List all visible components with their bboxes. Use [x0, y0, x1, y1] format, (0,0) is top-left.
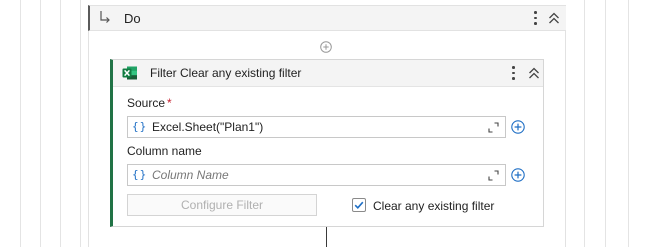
flow-connector-line — [326, 227, 327, 247]
expression-braces-icon: {} — [132, 168, 148, 181]
nesting-guide-line — [80, 0, 81, 247]
excel-icon — [122, 66, 137, 80]
column-name-label: Column name — [127, 144, 202, 158]
source-input[interactable]: {} Excel.Sheet("Plan1") — [127, 116, 506, 138]
nesting-guide-line — [20, 0, 21, 247]
activity-more-options-icon[interactable] — [508, 65, 518, 81]
nesting-guide-line — [628, 0, 629, 247]
source-label: Source * — [127, 96, 172, 110]
workflow-designer-canvas: Do Filter Clear any existing filter Sour… — [0, 0, 656, 247]
column-name-plus-icon[interactable] — [511, 168, 525, 182]
add-activity-icon[interactable] — [320, 41, 332, 53]
expand-editor-icon[interactable] — [488, 122, 499, 133]
configure-filter-button[interactable]: Configure Filter — [127, 194, 317, 216]
expression-braces-icon: {} — [132, 120, 148, 133]
checkmark-icon — [354, 201, 364, 209]
clear-filter-label[interactable]: Clear any existing filter — [373, 199, 494, 213]
column-name-input[interactable]: {} Column Name — [127, 164, 506, 186]
required-marker: * — [167, 96, 172, 110]
source-value: Excel.Sheet("Plan1") — [152, 120, 264, 134]
source-plus-icon[interactable] — [511, 120, 525, 134]
nesting-guide-line — [605, 0, 606, 247]
return-arrow-icon — [100, 11, 110, 23]
do-block-header[interactable]: Do — [88, 5, 566, 31]
filter-activity-header[interactable]: Filter Clear any existing filter — [113, 60, 543, 87]
activity-title: Filter Clear any existing filter — [150, 66, 302, 80]
do-block-title: Do — [124, 11, 141, 26]
nesting-guide-line — [60, 0, 61, 247]
nesting-guide-line — [584, 0, 585, 247]
column-name-placeholder: Column Name — [152, 168, 229, 182]
expand-editor-icon[interactable] — [488, 170, 499, 181]
nesting-guide-line — [40, 0, 41, 247]
source-label-text: Source — [127, 96, 166, 110]
do-more-options-icon[interactable] — [530, 10, 540, 26]
do-collapse-icon[interactable] — [547, 10, 561, 26]
activity-collapse-icon[interactable] — [527, 65, 541, 81]
clear-filter-checkbox[interactable] — [352, 198, 366, 212]
filter-activity-card[interactable]: Filter Clear any existing filter Source *… — [110, 59, 544, 227]
